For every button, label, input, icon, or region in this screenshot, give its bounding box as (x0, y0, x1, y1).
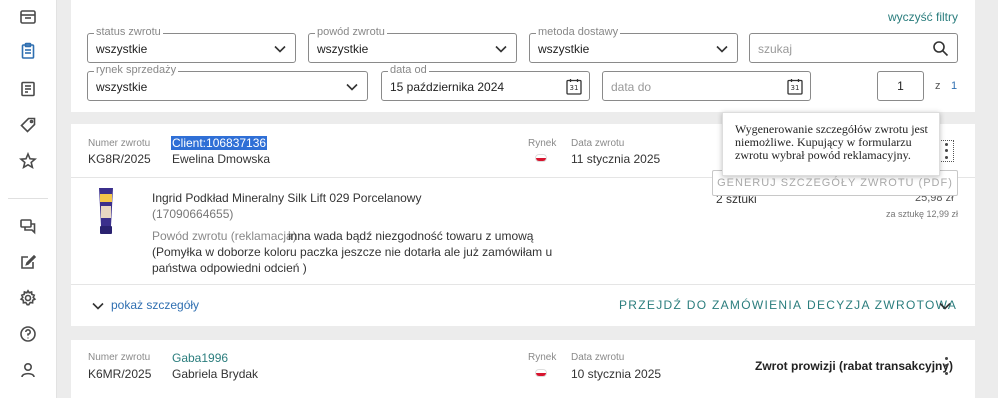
return-number-label: Numer zwrotu (88, 352, 151, 363)
status-value: wszystkie (96, 42, 148, 56)
show-details-link[interactable]: pokaż szczegóły (111, 298, 199, 312)
chevron-down-icon (494, 42, 508, 56)
filters-panel: wyczyść filtry status zwrotu wszystkie p… (71, 0, 975, 112)
tooltip: Wygenerowanie szczegółów zwrotu jest nie… (722, 112, 940, 176)
market-value: wszystkie (96, 80, 148, 94)
reason-value: wszystkie (317, 42, 369, 56)
sidebar-divider (8, 198, 48, 199)
delivery-select[interactable]: metoda dostawy wszystkie (529, 26, 738, 63)
returns-icon[interactable] (18, 41, 38, 61)
return-date-label: Data zwrotu (571, 138, 625, 149)
chevron-down-icon (715, 42, 729, 56)
date-from-field[interactable]: data od 15 października 2024 31 (381, 64, 590, 101)
go-to-order-button[interactable]: PRZEJDŹ DO ZAMÓWIENIA (619, 298, 802, 312)
date-to-field[interactable]: data do 31 (602, 71, 811, 101)
product-name: Ingrid Podkład Mineralny Silk Lift 029 P… (152, 191, 422, 205)
buyer-comment-line2: państwa odpowiedni odcień ) (152, 261, 307, 275)
chevron-down-icon[interactable] (938, 299, 952, 313)
market-select[interactable]: rynek sprzedaży wszystkie (87, 64, 368, 101)
help-icon[interactable] (18, 324, 38, 344)
return-card: Numer zwrotu K6MR/2025 Gaba1996 Gabriela… (71, 340, 975, 398)
poland-flag-icon (535, 154, 547, 162)
market-label: Rynek (528, 138, 557, 149)
divider (71, 284, 975, 285)
unit-price: za sztukę 12,99 zł (886, 209, 959, 219)
return-number-label: Numer zwrotu (88, 138, 151, 149)
poland-flag-icon (535, 369, 547, 377)
chevron-down-icon[interactable] (91, 299, 105, 313)
status-select[interactable]: status zwrotu wszystkie (87, 26, 296, 63)
client-link[interactable]: Client:106837136 (171, 136, 268, 150)
user-icon[interactable] (18, 360, 38, 380)
search-icon[interactable] (932, 40, 949, 57)
reason-legend: powód zwrotu (315, 26, 387, 39)
favorites-icon[interactable] (18, 151, 38, 171)
date-from-value: 15 października 2024 (390, 80, 505, 94)
return-number: KG8R/2025 (88, 152, 151, 166)
client-name: Ewelina Dmowska (172, 152, 271, 166)
sidebar (0, 0, 57, 398)
chevron-down-icon (273, 42, 287, 56)
delivery-legend: metoda dostawy (536, 26, 621, 39)
dashboard-icon[interactable] (18, 7, 38, 27)
date-to-placeholder: data do (611, 80, 652, 94)
return-reason-label: Powód zwrotu (reklamacja): (152, 229, 301, 243)
client-link[interactable]: Gaba1996 (172, 351, 228, 365)
search-placeholder: szukaj (758, 42, 793, 56)
page-of-label: z (935, 80, 941, 92)
delivery-value: wszystkie (538, 42, 590, 56)
settings-icon[interactable] (18, 288, 38, 308)
return-date: 11 stycznia 2025 (571, 152, 661, 166)
more-options-icon[interactable] (938, 140, 954, 162)
reason-select[interactable]: powód zwrotu wszystkie (308, 26, 517, 63)
status-legend: status zwrotu (94, 26, 163, 39)
search-input[interactable]: szukaj (749, 33, 958, 63)
client-name: Gabriela Brydak (172, 367, 259, 381)
return-decision-button[interactable]: DECYZJA ZWROTOWA (807, 298, 957, 312)
product-image (91, 186, 121, 236)
return-reason: inna wada bądź niezgodność towaru z umow… (288, 229, 534, 243)
buyer-comment-line1: (Pomyłka w doborze koloru paczka jeszcze… (152, 245, 553, 259)
calendar-icon[interactable]: 31 (787, 78, 803, 95)
product-id: (17090664655) (152, 207, 234, 221)
edit-icon[interactable] (18, 252, 38, 272)
return-date-label: Data zwrotu (571, 352, 625, 363)
promotions-icon[interactable] (18, 115, 38, 135)
calendar-icon[interactable]: 31 (566, 78, 582, 95)
market-label: Rynek (528, 352, 557, 363)
date-from-legend: data od (388, 64, 429, 77)
chevron-down-icon (345, 80, 359, 94)
return-number: K6MR/2025 (88, 367, 152, 381)
return-date: 10 stycznia 2025 (571, 367, 662, 381)
status-badge: Zwrot prowizji (rabat transakcyjny) (755, 359, 954, 373)
market-legend: rynek sprzedaży (94, 64, 179, 77)
page-total-link[interactable]: 1 (951, 80, 957, 92)
orders-icon[interactable] (18, 79, 38, 99)
more-options-icon[interactable] (938, 355, 954, 377)
page-number-input[interactable]: 1 (877, 71, 924, 101)
messages-icon[interactable] (18, 216, 38, 236)
clear-filters-link[interactable]: wyczyść filtry (888, 10, 958, 24)
tooltip-text: Wygenerowanie szczegółów zwrotu jest nie… (735, 122, 928, 162)
